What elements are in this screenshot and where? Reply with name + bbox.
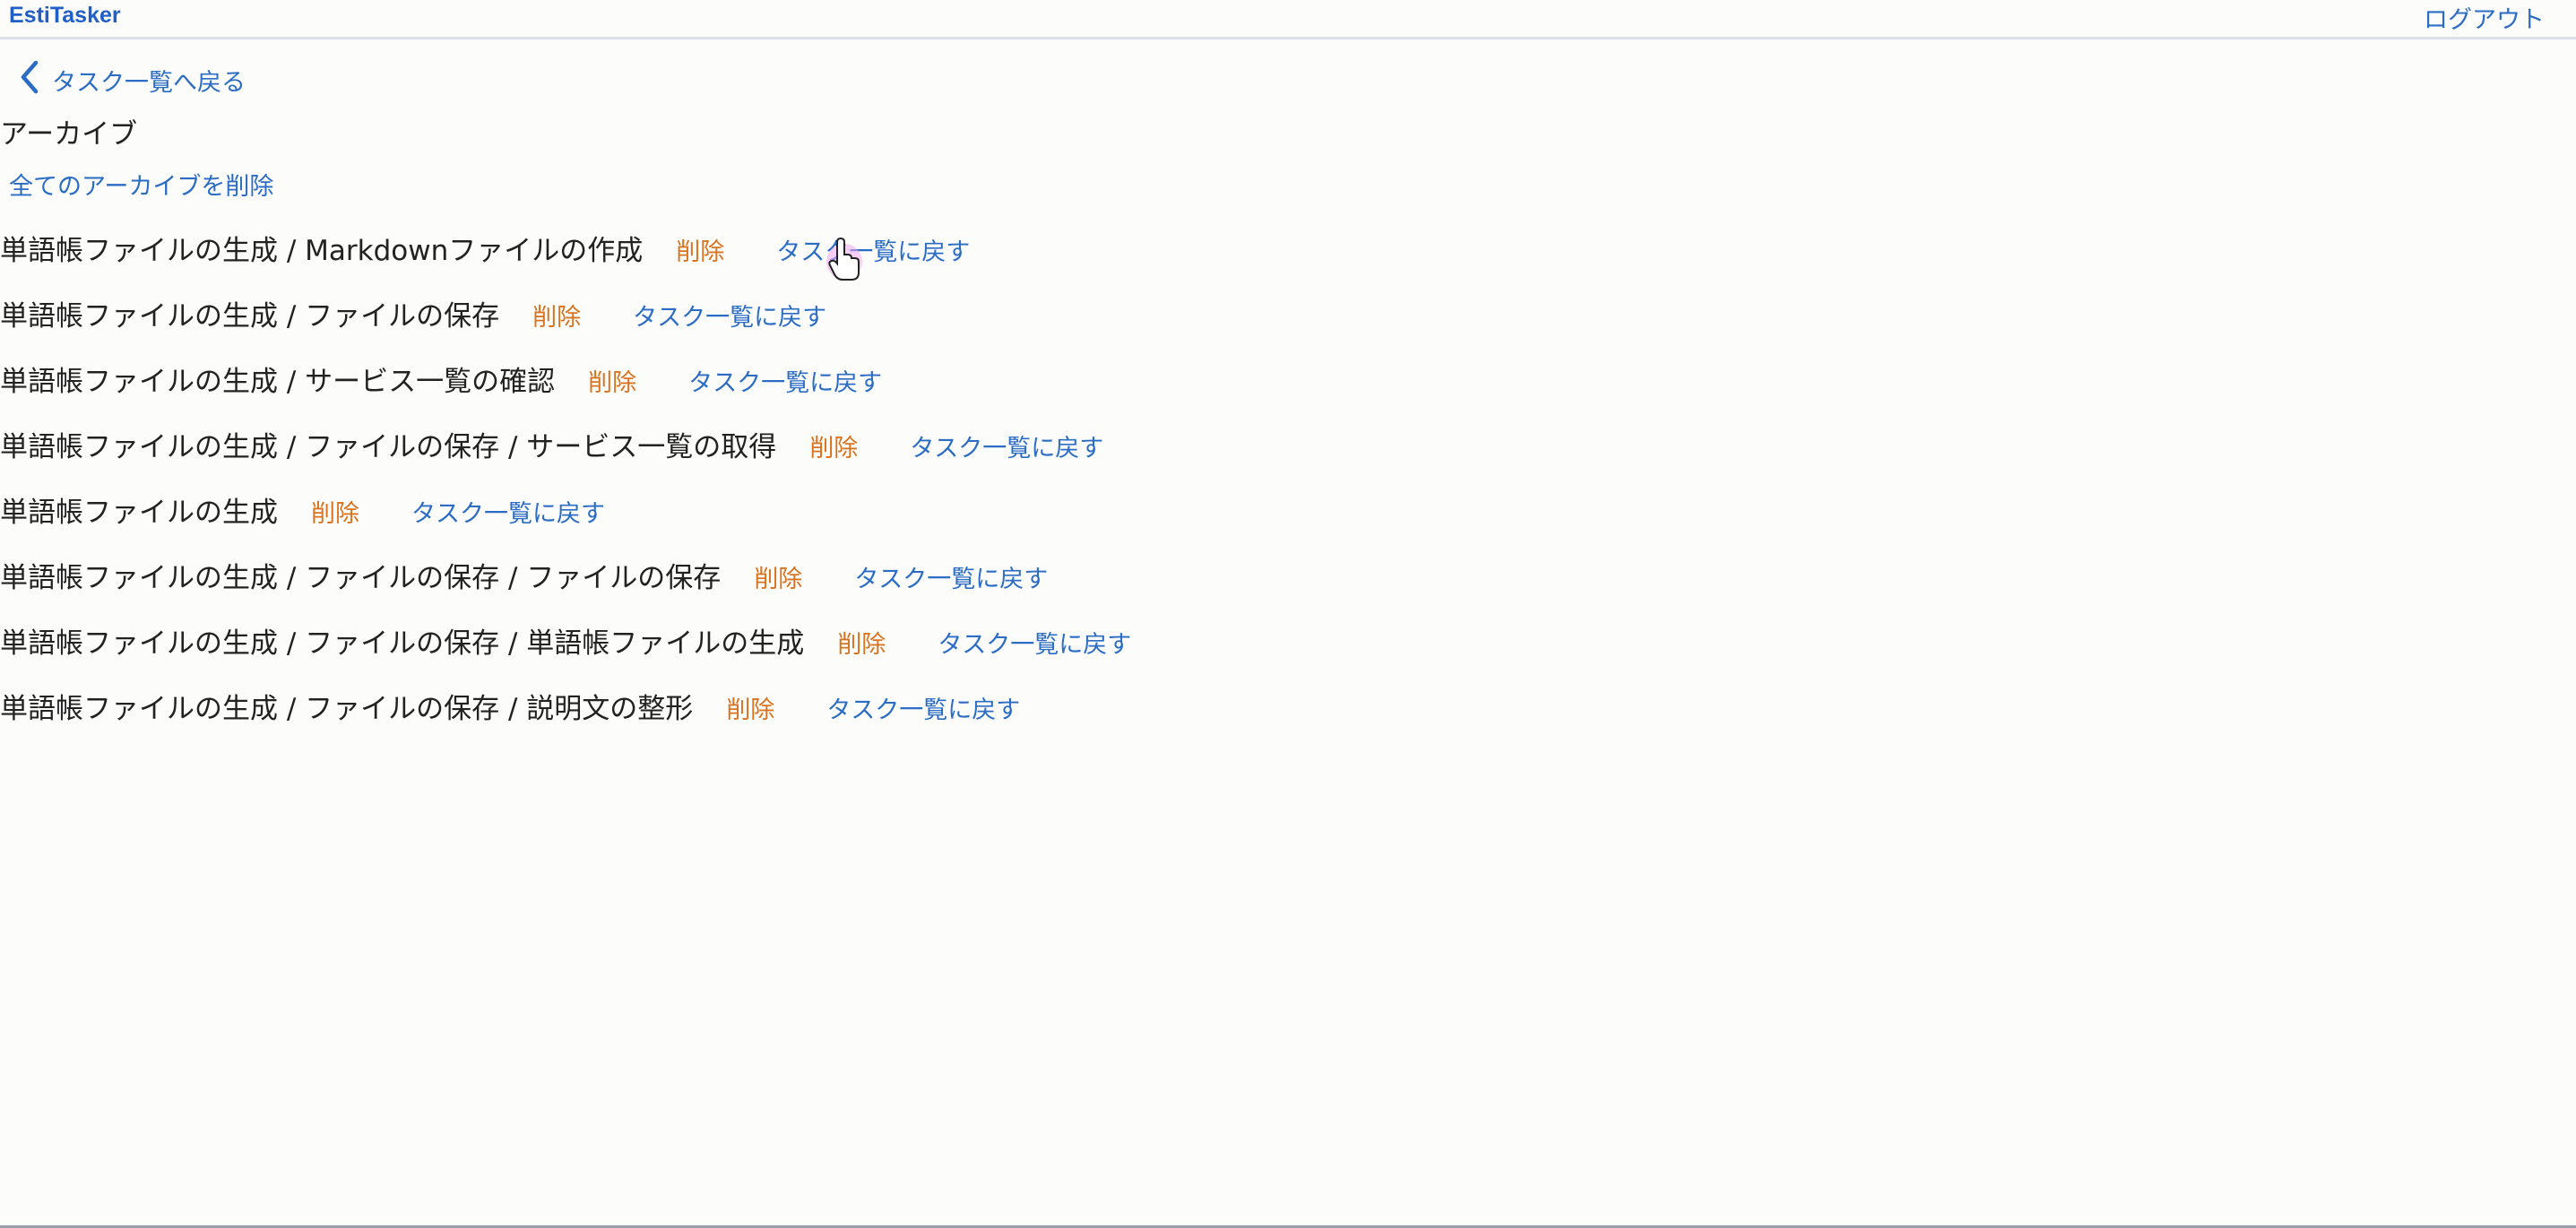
task-title: 単語帳ファイルの生成 / ファイルの保存 / 単語帳ファイルの生成 — [0, 627, 805, 660]
page-title: アーカイブ — [0, 118, 138, 151]
archived-task-row: 単語帳ファイルの生成 / ファイルの保存 / 単語帳ファイルの生成 削除 タスク… — [0, 620, 1131, 686]
restore-task-button[interactable]: タスク一覧に戻す — [826, 690, 1020, 725]
logout-link[interactable]: ログアウト — [2424, 0, 2545, 35]
top-header: EstiTasker ログアウト — [0, 0, 2576, 39]
restore-task-button[interactable]: タスク一覧に戻す — [910, 428, 1103, 463]
back-link-label: タスク一覧へ戻る — [52, 69, 246, 97]
brand-link[interactable]: EstiTasker — [9, 3, 121, 29]
task-title: 単語帳ファイルの生成 / サービス一覧の確認 — [0, 366, 556, 398]
archived-task-row: 単語帳ファイルの生成 / ファイルの保存 / ファイルの保存 削除 タスク一覧に… — [0, 555, 1131, 620]
archived-task-row: 単語帳ファイルの生成 削除 タスク一覧に戻す — [0, 489, 1131, 555]
delete-all-archives-button[interactable]: 全てのアーカイブを削除 — [9, 167, 273, 202]
restore-task-button[interactable]: タスク一覧に戻す — [411, 494, 605, 529]
task-title: 単語帳ファイルの生成 / ファイルの保存 / サービス一覧の取得 — [0, 431, 777, 463]
restore-task-button[interactable]: タスク一覧に戻す — [854, 559, 1048, 594]
back-to-task-list-link[interactable]: タスク一覧へ戻る — [18, 59, 246, 101]
delete-task-button[interactable]: 削除 — [588, 363, 636, 398]
delete-task-button[interactable]: 削除 — [754, 559, 802, 594]
delete-task-button[interactable]: 削除 — [809, 428, 858, 463]
restore-task-button[interactable]: タスク一覧に戻す — [633, 298, 826, 333]
task-title: 単語帳ファイルの生成 / ファイルの保存 / 説明文の整形 — [0, 693, 694, 725]
task-title: 単語帳ファイルの生成 / ファイルの保存 / ファイルの保存 — [0, 562, 722, 594]
archived-task-row: 単語帳ファイルの生成 / ファイルの保存 削除 タスク一覧に戻す — [0, 293, 1131, 359]
restore-task-button[interactable]: タスク一覧に戻す — [688, 363, 882, 398]
task-title: 単語帳ファイルの生成 — [0, 497, 278, 529]
restore-task-button[interactable]: タスク一覧に戻す — [776, 232, 970, 267]
archived-task-row: 単語帳ファイルの生成 / Markdownファイルの作成 削除 タスク一覧に戻す — [0, 228, 1131, 293]
archived-task-row: 単語帳ファイルの生成 / ファイルの保存 / サービス一覧の取得 削除 タスク一… — [0, 424, 1131, 489]
delete-task-button[interactable]: 削除 — [311, 494, 359, 529]
task-title: 単語帳ファイルの生成 / Markdownファイルの作成 — [0, 235, 644, 267]
archived-task-list: 単語帳ファイルの生成 / Markdownファイルの作成 削除 タスク一覧に戻す… — [0, 228, 1131, 751]
delete-task-button[interactable]: 削除 — [676, 232, 724, 267]
task-title: 単語帳ファイルの生成 / ファイルの保存 — [0, 300, 500, 333]
chevron-left-icon — [18, 59, 52, 101]
delete-task-button[interactable]: 削除 — [726, 690, 774, 725]
delete-task-button[interactable]: 削除 — [532, 298, 581, 333]
restore-task-button[interactable]: タスク一覧に戻す — [938, 625, 1131, 660]
archived-task-row: 単語帳ファイルの生成 / ファイルの保存 / 説明文の整形 削除 タスク一覧に戻… — [0, 686, 1131, 751]
archived-task-row: 単語帳ファイルの生成 / サービス一覧の確認 削除 タスク一覧に戻す — [0, 359, 1131, 424]
delete-task-button[interactable]: 削除 — [837, 625, 886, 660]
